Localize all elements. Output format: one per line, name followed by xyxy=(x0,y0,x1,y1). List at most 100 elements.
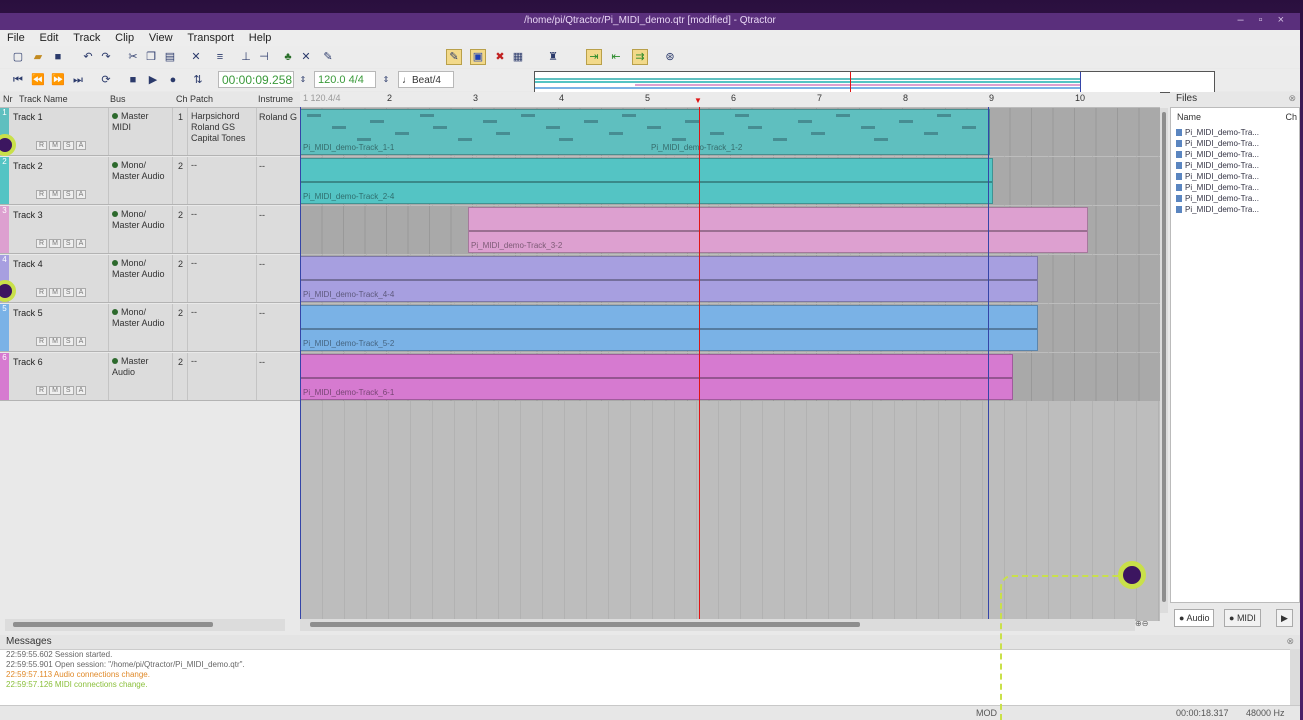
timeline-hscroll-thumb[interactable] xyxy=(310,622,860,627)
punch-in-icon[interactable]: ⇥ xyxy=(586,49,602,65)
menu-help[interactable]: Help xyxy=(242,30,277,44)
timeline-area[interactable]: Pi_MIDI_demo-Track_1-1 Pi_MIDI_demo-Track… xyxy=(300,108,1160,621)
menu-track[interactable]: Track xyxy=(66,30,105,44)
mixer-icon[interactable]: ✖ xyxy=(492,49,508,65)
edit-mode-icon[interactable]: ✎ xyxy=(446,49,462,65)
tracklist-hscroll-thumb[interactable] xyxy=(13,622,213,627)
timeline-lane[interactable]: Pi_MIDI_demo-Track_3-2 xyxy=(300,206,1160,254)
track-menu-icon[interactable]: ≡ xyxy=(212,49,228,65)
mute-button[interactable]: M xyxy=(49,288,61,297)
paste-icon[interactable]: ▤ xyxy=(162,49,178,65)
solo-button[interactable]: S xyxy=(62,141,74,150)
track-row[interactable]: 6 Track 6 R M S A Master Audio 2 -- -- xyxy=(0,353,300,401)
playhead-line[interactable] xyxy=(699,107,700,621)
time-spin-icon[interactable]: ⇕ xyxy=(295,72,311,88)
zoom-controls-icon[interactable]: ⊕⊖ xyxy=(1135,619,1148,628)
tab-midi[interactable]: ● MIDI xyxy=(1224,609,1261,627)
automation-button[interactable]: A xyxy=(75,386,87,395)
track-name[interactable]: Track 1 xyxy=(13,112,43,122)
track-name[interactable]: Track 4 xyxy=(13,259,43,269)
follow-playhead-icon[interactable]: ⇉ xyxy=(632,49,648,65)
timeline-lane[interactable]: Pi_MIDI_demo-Track_5-2 xyxy=(300,304,1160,352)
cut-icon[interactable]: ✂ xyxy=(125,49,141,65)
redo-icon[interactable]: ↷ xyxy=(98,49,114,65)
menu-file[interactable]: File xyxy=(0,30,30,44)
track-clip[interactable]: Pi_MIDI_demo-Track_6-1 xyxy=(300,354,1013,400)
tempo-spin-icon[interactable]: ⇕ xyxy=(378,72,394,88)
track-name[interactable]: Track 3 xyxy=(13,210,43,220)
file-item[interactable]: Pi_MIDI_demo-Tra... xyxy=(1176,194,1296,203)
tab-audio[interactable]: ● Audio xyxy=(1174,609,1215,627)
track-name[interactable]: Track 2 xyxy=(13,161,43,171)
file-item[interactable]: Pi_MIDI_demo-Tra... xyxy=(1176,205,1296,214)
solo-button[interactable]: S xyxy=(62,386,74,395)
settings-icon[interactable]: ⊛ xyxy=(662,49,678,65)
menu-transport[interactable]: Transport xyxy=(180,30,239,44)
messages-close-icon[interactable]: ⊗ xyxy=(1286,636,1294,647)
tab-scroll-icon[interactable]: ▶ xyxy=(1276,609,1293,627)
metronome-icon[interactable]: ♜ xyxy=(545,49,561,65)
timeline-hscroll[interactable] xyxy=(300,619,1135,631)
mute-button[interactable]: M xyxy=(49,337,61,346)
solo-button[interactable]: S xyxy=(62,190,74,199)
timeline-lane[interactable]: Pi_MIDI_demo-Track_1-1 Pi_MIDI_demo-Track… xyxy=(300,108,1160,156)
forward-end-icon[interactable]: ⏭ xyxy=(70,72,86,88)
track-clip[interactable]: Pi_MIDI_demo-Track_4-4 xyxy=(300,256,1038,302)
file-item[interactable]: Pi_MIDI_demo-Tra... xyxy=(1176,139,1296,148)
track-clip[interactable]: Pi_MIDI_demo-Track_3-2 xyxy=(468,207,1088,253)
record-arm-button[interactable]: R xyxy=(36,386,48,395)
time-display[interactable]: 00:00:09.258 xyxy=(218,71,294,88)
playhead-marker-icon[interactable]: ▼ xyxy=(694,96,702,105)
edit-pencil-icon[interactable]: ✎ xyxy=(320,49,336,65)
connections-icon[interactable]: ▦ xyxy=(510,49,526,65)
record-arm-button[interactable]: R xyxy=(36,239,48,248)
punch-icon[interactable]: ⇅ xyxy=(190,72,206,88)
save-icon[interactable]: ■ xyxy=(50,49,66,65)
file-item[interactable]: Pi_MIDI_demo-Tra... xyxy=(1176,172,1296,181)
menu-clip[interactable]: Clip xyxy=(108,30,139,44)
file-item[interactable]: Pi_MIDI_demo-Tra... xyxy=(1176,161,1296,170)
timeline-lane[interactable]: Pi_MIDI_demo-Track_6-1 xyxy=(300,353,1160,401)
track-clip[interactable]: Pi_MIDI_demo-Track_2-4 xyxy=(300,158,993,204)
messages-log[interactable]: 22:59:55.602 Session started. 22:59:55.90… xyxy=(0,649,1290,706)
file-item[interactable]: Pi_MIDI_demo-Tra... xyxy=(1176,128,1296,137)
rewind-start-icon[interactable]: ⏮ xyxy=(10,72,26,88)
files-close-icon[interactable]: ⊗ xyxy=(1288,93,1296,104)
messages-vscroll[interactable] xyxy=(1290,649,1300,705)
record-arm-button[interactable]: R xyxy=(36,288,48,297)
solo-button[interactable]: S xyxy=(62,239,74,248)
track-clip[interactable]: Pi_MIDI_demo-Track_1-1 Pi_MIDI_demo-Track… xyxy=(300,109,990,155)
mute-button[interactable]: M xyxy=(49,141,61,150)
track-add-icon[interactable]: ⊥ xyxy=(238,49,254,65)
track-clip[interactable]: Pi_MIDI_demo-Track_5-2 xyxy=(300,305,1038,351)
window-controls[interactable]: – ▫ × xyxy=(1237,14,1290,26)
menu-edit[interactable]: Edit xyxy=(33,30,64,44)
timeline-vscroll-thumb[interactable] xyxy=(1162,112,1166,602)
record-arm-button[interactable]: R xyxy=(36,337,48,346)
automation-button[interactable]: A xyxy=(75,337,87,346)
automation-button[interactable]: A xyxy=(75,190,87,199)
tempo-display[interactable]: 120.0 4/4 xyxy=(314,71,376,88)
play-icon[interactable]: ▶ xyxy=(145,72,161,88)
track-row[interactable]: 3 Track 3 R M S A Mono/ Master Audio 2 -- -- xyxy=(0,206,300,254)
loop-transport-icon[interactable]: ⟳ xyxy=(98,72,114,88)
file-item[interactable]: Pi_MIDI_demo-Tra... xyxy=(1176,150,1296,159)
automation-button[interactable]: A xyxy=(75,239,87,248)
snap-select[interactable]: ♩Beat/4 xyxy=(398,71,454,88)
timeline-ruler[interactable]: 1 120.4/4 2 3 4 5 6 7 8 9 10 ▼ xyxy=(300,92,1160,108)
select-rect-icon[interactable]: ▣ xyxy=(470,49,486,65)
mute-button[interactable]: M xyxy=(49,190,61,199)
new-file-icon[interactable]: ▢ xyxy=(10,49,26,65)
track-row[interactable]: 2 Track 2 R M S A Mono/ Master Audio 2 -- -- xyxy=(0,157,300,205)
track-row[interactable]: 5 Track 5 R M S A Mono/ Master Audio 2 -- -- xyxy=(0,304,300,352)
loop-icon[interactable]: ⇤ xyxy=(608,49,624,65)
record-arm-button[interactable]: R xyxy=(36,141,48,150)
track-name[interactable]: Track 6 xyxy=(13,357,43,367)
stop-icon[interactable]: ■ xyxy=(125,72,141,88)
forward-icon[interactable]: ⏩ xyxy=(50,72,66,88)
clip-new-icon[interactable]: ♣ xyxy=(280,49,296,65)
track-remove-icon[interactable]: ⊣ xyxy=(256,49,272,65)
menu-view[interactable]: View xyxy=(142,30,178,44)
record-icon[interactable]: ● xyxy=(165,72,181,88)
rewind-icon[interactable]: ⏪ xyxy=(30,72,46,88)
